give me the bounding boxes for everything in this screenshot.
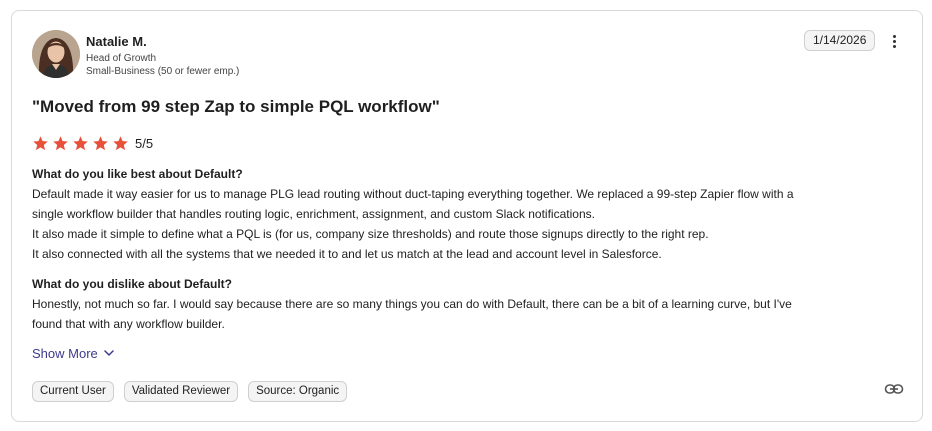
avatar-image (32, 30, 80, 78)
reviewer-company-segment: Small-Business (50 or fewer emp.) (86, 66, 240, 77)
reviewer-job-title: Head of Growth (86, 53, 157, 64)
star-icon (113, 136, 128, 151)
answer-line: Honestly, not much so far. I would say b… (32, 297, 792, 311)
question-dislikes: What do you dislike about Default? (32, 277, 233, 291)
review-card: Natalie M. Head of Growth Small-Business… (11, 10, 923, 422)
answer-line: single workflow builder that handles rou… (32, 207, 595, 221)
more-vertical-icon[interactable] (886, 32, 902, 50)
star-icon (73, 136, 88, 151)
show-more-button[interactable]: Show More (32, 346, 114, 361)
tag-validated-reviewer: Validated Reviewer (123, 381, 239, 402)
question-likes: What do you like best about Default? (32, 167, 243, 181)
star-icon (53, 136, 68, 151)
star-icon (93, 136, 108, 151)
answer-line: Default made it way easier for us to man… (32, 187, 794, 201)
answer-line: found that with any workflow builder. (32, 317, 225, 331)
answer-likes: Default made it way easier for us to man… (32, 184, 912, 264)
tag-current-user: Current User (32, 381, 114, 402)
tag-source: Source: Organic (248, 381, 348, 402)
rating-label: 5/5 (135, 136, 154, 151)
answer-line: It also made it simple to define what a … (32, 227, 709, 241)
review-date-badge: 1/14/2026 (804, 30, 876, 51)
reviewer-name: Natalie M. (86, 34, 147, 49)
review-title: "Moved from 99 step Zap to simple PQL wo… (32, 97, 440, 116)
review-tags: Current User Validated Reviewer Source: … (32, 381, 348, 402)
star-rating (32, 135, 129, 152)
reviewer-avatar (32, 30, 80, 78)
star-icon (33, 136, 48, 151)
show-more-label: Show More (32, 346, 98, 361)
answer-line: It also connected with all the systems t… (32, 247, 662, 261)
answer-dislikes: Honestly, not much so far. I would say b… (32, 294, 912, 334)
link-icon[interactable] (884, 380, 904, 398)
chevron-down-icon (104, 350, 114, 356)
